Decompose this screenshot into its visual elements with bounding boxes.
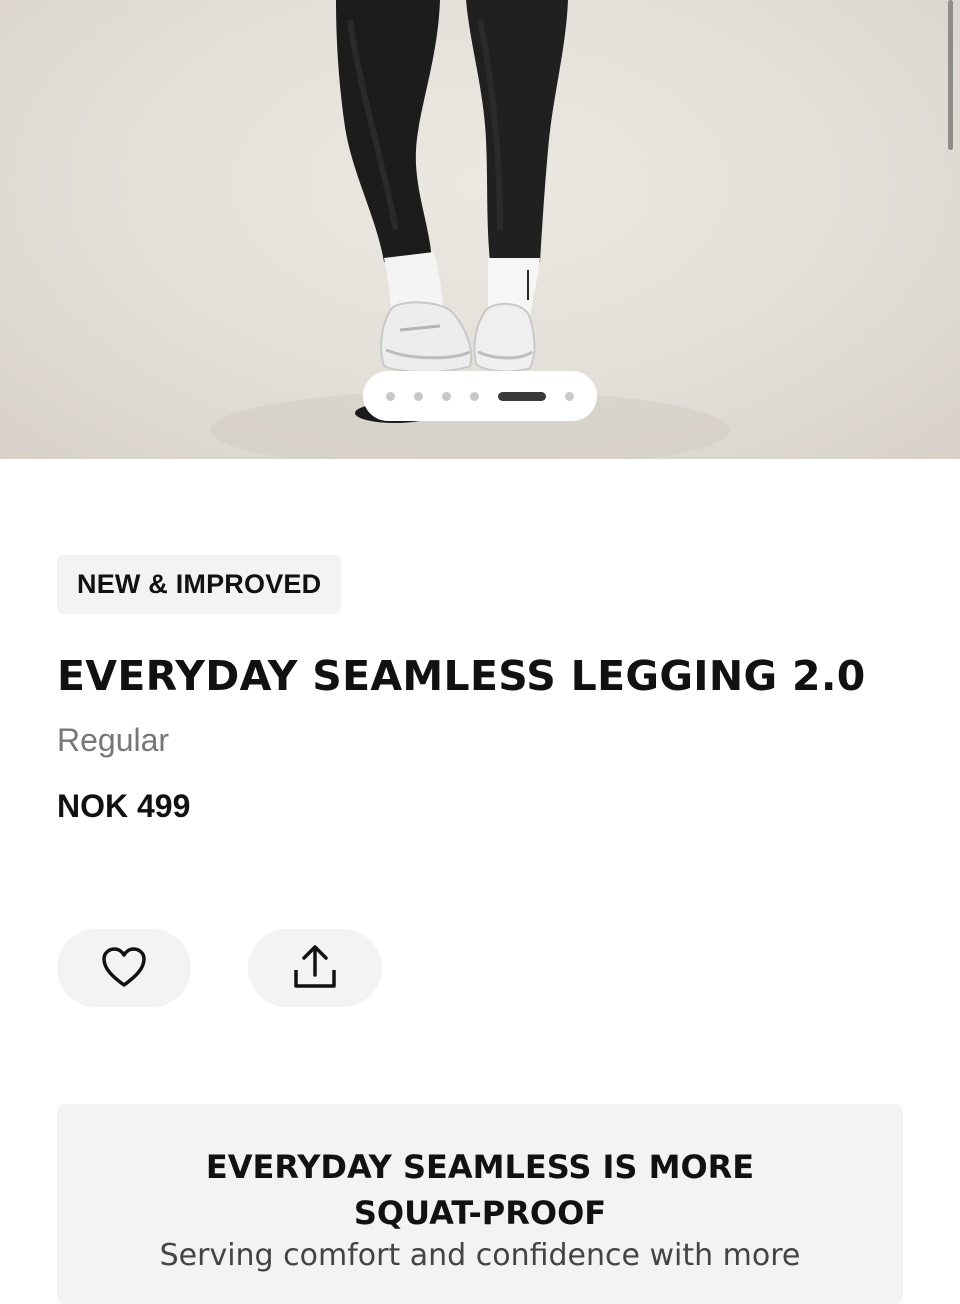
share-button[interactable] xyxy=(248,929,382,1007)
carousel-dot[interactable] xyxy=(442,391,451,401)
share-icon xyxy=(292,944,338,993)
scroll-indicator[interactable] xyxy=(948,0,953,150)
product-fit: Regular xyxy=(57,722,170,758)
promo-body: Serving comfort and confidence with more xyxy=(159,1238,801,1273)
carousel-pagination xyxy=(363,371,597,421)
wishlist-button[interactable] xyxy=(57,929,191,1007)
product-image-carousel[interactable] xyxy=(0,0,960,459)
promo-card: EVERYDAY SEAMLESS IS MORE SQUAT-PROOF Se… xyxy=(57,1104,903,1304)
product-badge: NEW & IMPROVED xyxy=(57,555,342,614)
carousel-dot[interactable] xyxy=(386,391,395,401)
product-price: NOK 499 xyxy=(57,788,191,824)
carousel-dot[interactable] xyxy=(470,391,479,401)
carousel-dot-active[interactable] xyxy=(498,391,546,401)
promo-heading-line2: SQUAT-PROOF xyxy=(353,1194,607,1232)
heart-icon xyxy=(101,946,147,991)
promo-heading: EVERYDAY SEAMLESS IS MORE SQUAT-PROOF xyxy=(57,1144,903,1236)
carousel-dot[interactable] xyxy=(414,391,423,401)
promo-heading-line1: EVERYDAY SEAMLESS IS MORE xyxy=(205,1148,755,1186)
product-title: EVERYDAY SEAMLESS LEGGING 2.0 xyxy=(57,652,866,700)
carousel-dot[interactable] xyxy=(565,391,574,401)
